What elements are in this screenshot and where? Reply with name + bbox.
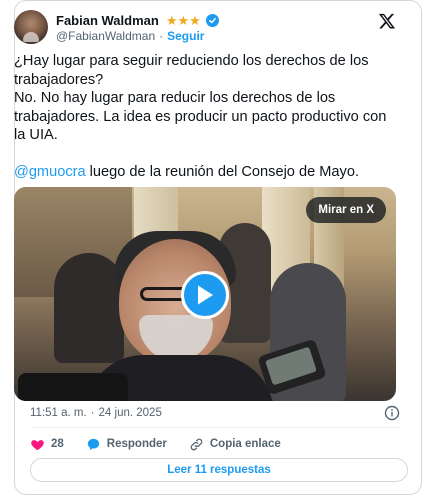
attribution-text: luego de la reunión del Consejo de Mayo. — [85, 163, 360, 180]
video-player[interactable]: Mirar en X — [14, 187, 396, 401]
divider — [30, 427, 400, 428]
tweet-line-answer: No. No hay lugar para reducir los derech… — [14, 90, 387, 143]
read-replies-button[interactable]: Leer 11 respuestas — [30, 458, 408, 482]
stars-badge-icon: ★★★ — [165, 12, 201, 28]
avatar[interactable] — [14, 10, 48, 44]
tweet-text: ¿Hay lugar para seguir reduciendo los de… — [14, 52, 398, 181]
author-handle[interactable]: @FabianWaldman — [56, 29, 155, 43]
like-button[interactable]: 28 — [30, 437, 64, 452]
link-icon — [190, 438, 203, 450]
author-name[interactable]: Fabian Waldman — [56, 13, 159, 28]
video-phone — [18, 373, 128, 401]
copy-link-label: Copia enlace — [209, 438, 281, 450]
handle-row: @FabianWaldman · Seguir — [56, 29, 204, 43]
play-icon — [198, 285, 213, 305]
tweet-timestamp[interactable]: 11:51 a. m. · 24 jun. 2025 — [30, 407, 162, 419]
tweet-line-question: ¿Hay lugar para seguir reduciendo los de… — [14, 53, 369, 88]
info-icon[interactable] — [384, 405, 400, 421]
name-row: Fabian Waldman ★★★ — [56, 12, 219, 28]
timestamp-separator: · — [90, 407, 95, 419]
heart-icon — [31, 439, 44, 450]
follow-button[interactable]: Seguir — [167, 29, 204, 43]
mention-link[interactable]: @gmuocra — [14, 164, 86, 180]
x-logo-icon[interactable] — [378, 12, 396, 30]
tweet-date: 24 jun. 2025 — [98, 407, 162, 419]
like-count: 28 — [51, 438, 64, 450]
handle-separator: · — [159, 29, 164, 43]
verified-icon — [205, 13, 219, 27]
reply-button[interactable]: Responder — [86, 437, 167, 452]
copy-link-button[interactable]: Copia enlace — [189, 437, 281, 452]
tweet-time: 11:51 a. m. — [30, 407, 87, 419]
reply-bubble-icon — [87, 438, 99, 450]
tweet-header: Fabian Waldman ★★★ @FabianWaldman · Segu… — [14, 10, 396, 46]
reply-label: Responder — [106, 438, 167, 450]
play-button[interactable] — [181, 271, 229, 319]
watch-on-x-button[interactable]: Mirar en X — [306, 197, 386, 223]
tweet-line-attribution: @gmuocra luego de la reunión del Consejo… — [14, 163, 398, 182]
tweet-actions: 28 Responder Copia enlace — [30, 435, 303, 453]
